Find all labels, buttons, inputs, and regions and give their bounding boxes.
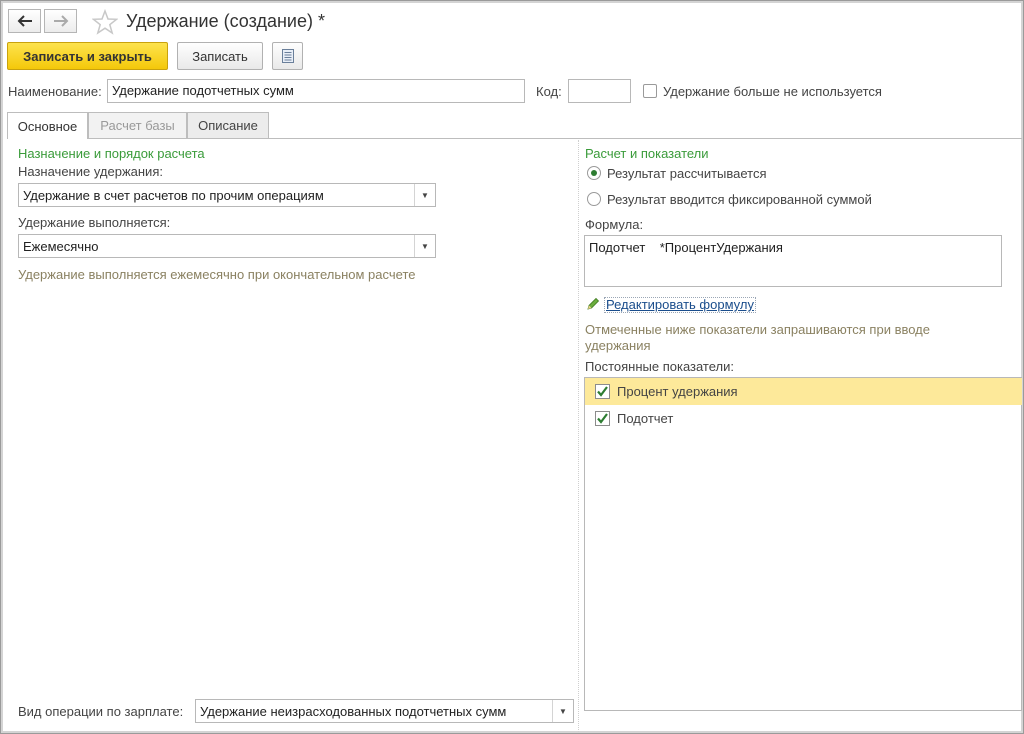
tab-base-calculation[interactable]: Расчет базы: [88, 112, 187, 138]
forward-button[interactable]: [44, 9, 77, 33]
name-input[interactable]: Удержание подотчетных сумм: [107, 79, 525, 103]
code-input[interactable]: [568, 79, 631, 103]
name-label: Наименование:: [8, 84, 102, 99]
column-separator: [578, 140, 579, 732]
right-section-title: Расчет и показатели: [585, 146, 709, 161]
indicators-hint: Отмеченные ниже показатели запрашиваются…: [585, 322, 930, 353]
schedule-label: Удержание выполняется:: [18, 215, 171, 230]
arrow-left-icon: [17, 15, 32, 27]
back-button[interactable]: [8, 9, 41, 33]
save-and-close-button[interactable]: Записать и закрыть: [7, 42, 168, 70]
page-title: Удержание (создание) *: [126, 11, 325, 31]
operation-label: Вид операции по зарплате:: [18, 704, 184, 719]
check-icon: [597, 386, 608, 397]
star-icon: [91, 8, 119, 35]
indicator-label: Подотчет: [617, 411, 674, 426]
tab-description[interactable]: Описание: [187, 112, 269, 138]
formula-label: Формула:: [585, 217, 644, 232]
radio-fixed-label: Результат вводится фиксированной суммой: [607, 192, 872, 207]
check-icon: [597, 413, 608, 424]
document-list-icon: [281, 49, 294, 63]
indicator-label: Процент удержания: [617, 384, 738, 399]
code-label: Код:: [536, 84, 562, 99]
schedule-hint: Удержание выполняется ежемесячно при око…: [18, 267, 416, 282]
schedule-select[interactable]: Ежемесячно ▼: [18, 234, 436, 258]
radio-fixed[interactable]: [587, 192, 601, 206]
schedule-value: Ежемесячно: [23, 239, 99, 254]
indicator-checkbox[interactable]: [595, 384, 610, 399]
indicator-checkbox[interactable]: [595, 411, 610, 426]
purpose-label: Назначение удержания:: [18, 164, 163, 179]
constant-indicators-label: Постоянные показатели:: [585, 359, 734, 374]
operation-value: Удержание неизрасходованных подотчетных …: [200, 704, 507, 719]
list-item[interactable]: Подотчет: [585, 405, 1022, 432]
chevron-down-icon[interactable]: ▼: [414, 235, 435, 257]
radio-calculated[interactable]: [587, 166, 601, 180]
unused-label: Удержание больше не используется: [663, 84, 882, 99]
chevron-down-icon[interactable]: ▼: [552, 700, 573, 722]
purpose-value: Удержание в счет расчетов по прочим опер…: [23, 188, 324, 203]
formula-input[interactable]: Подотчет *ПроцентУдержания: [584, 235, 1002, 287]
edit-formula-icon-wrap[interactable]: [586, 297, 600, 311]
operation-select[interactable]: Удержание неизрасходованных подотчетных …: [195, 699, 574, 723]
tab-main[interactable]: Основное: [7, 112, 88, 139]
list-item[interactable]: Процент удержания: [585, 378, 1022, 405]
unused-checkbox[interactable]: [643, 84, 657, 98]
favorite-star-button[interactable]: [91, 8, 119, 35]
chevron-down-icon[interactable]: ▼: [414, 184, 435, 206]
purpose-select[interactable]: Удержание в счет расчетов по прочим опер…: [18, 183, 436, 207]
arrow-right-icon: [53, 15, 68, 27]
report-button[interactable]: [272, 42, 303, 70]
edit-formula-link[interactable]: Редактировать формулу: [604, 297, 756, 313]
pencil-icon: [587, 297, 600, 310]
radio-calculated-label: Результат рассчитывается: [607, 166, 767, 181]
tab-divider: [7, 138, 1022, 139]
save-button[interactable]: Записать: [177, 42, 263, 70]
left-section-title: Назначение и порядок расчета: [18, 146, 205, 161]
